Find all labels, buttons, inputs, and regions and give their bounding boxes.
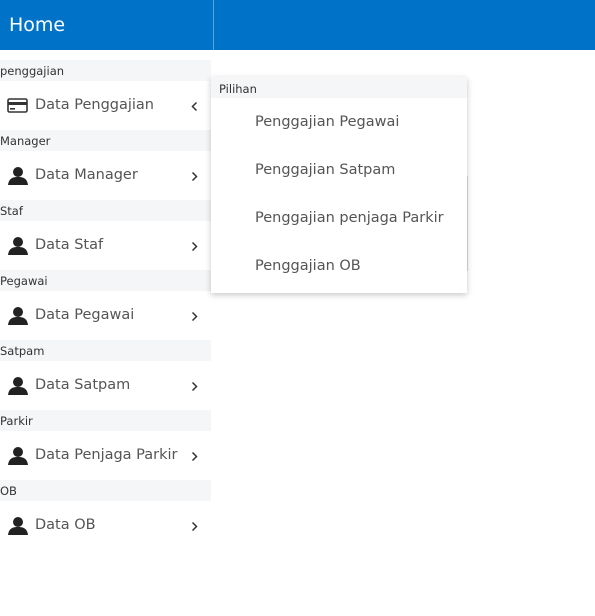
group-header-penggajian: penggajian — [0, 60, 211, 81]
user-icon — [7, 236, 29, 256]
chevron-right-icon — [190, 521, 199, 532]
chevron-right-icon — [190, 241, 199, 252]
sidebar-item-data-ob[interactable]: Data OB — [0, 501, 211, 550]
group-header-ob: OB — [0, 480, 211, 501]
page-title: Home — [9, 14, 66, 36]
user-icon — [7, 516, 29, 536]
sidebar-item-label: Data Satpam — [35, 377, 131, 393]
menu-item-penggajian-ob[interactable]: Penggajian OB — [211, 242, 467, 290]
user-icon — [7, 446, 29, 466]
sidebar-item-label: Data Pegawai — [35, 307, 135, 323]
sidebar-item-label: Data Staf — [35, 237, 104, 253]
group-header-staf: Staf — [0, 200, 211, 221]
sidebar-item-data-satpam[interactable]: Data Satpam — [0, 361, 211, 410]
user-icon — [7, 376, 29, 396]
dropdown-menu: Pilihan Penggajian Pegawai Penggajian Sa… — [211, 77, 467, 293]
user-icon — [7, 166, 29, 186]
sidebar-item-label: Data OB — [35, 517, 96, 533]
sidebar-item-data-pegawai[interactable]: Data Pegawai — [0, 291, 211, 340]
sidebar-item-data-manager[interactable]: Data Manager — [0, 151, 211, 200]
top-bar-left: Home — [0, 0, 214, 50]
sidebar-item-data-penggajian[interactable]: Data Penggajian — [0, 81, 211, 130]
menu-item-penggajian-satpam[interactable]: Penggajian Satpam — [211, 146, 467, 194]
group-header-parkir: Parkir — [0, 410, 211, 431]
chevron-right-icon — [190, 311, 199, 322]
sidebar-item-label: Data Penjaga Parkir — [35, 447, 178, 463]
user-icon — [7, 306, 29, 326]
sidebar-item-data-staf[interactable]: Data Staf — [0, 221, 211, 270]
group-header-satpam: Satpam — [0, 340, 211, 361]
sidebar-item-label: Data Penggajian — [35, 97, 154, 113]
menu-item-penggajian-penjaga-parkir[interactable]: Penggajian penjaga Parkir — [211, 194, 467, 242]
group-header-pegawai: Pegawai — [0, 270, 211, 291]
menu-item-penggajian-pegawai[interactable]: Penggajian Pegawai — [211, 98, 467, 146]
top-bar: Home — [0, 0, 595, 50]
sidebar: penggajian Data Penggajian Manager Data … — [0, 60, 211, 550]
sidebar-item-label: Data Manager — [35, 167, 138, 183]
chevron-right-icon — [190, 451, 199, 462]
credit-card-icon — [7, 96, 29, 116]
sidebar-item-data-penjaga-parkir[interactable]: Data Penjaga Parkir — [0, 431, 211, 480]
chevron-left-icon — [190, 101, 199, 112]
group-header-manager: Manager — [0, 130, 211, 151]
chevron-right-icon — [190, 171, 199, 182]
chevron-right-icon — [190, 381, 199, 392]
dropdown-header: Pilihan — [211, 77, 467, 98]
